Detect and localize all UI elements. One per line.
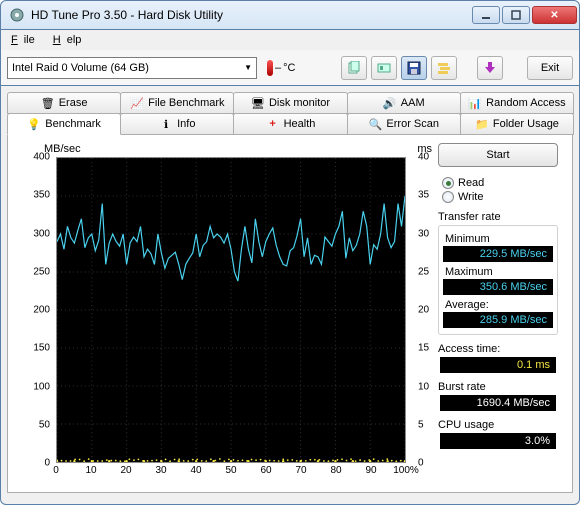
client-area: 🗑Erase 📈File Benchmark 🖥Disk monitor 🔊AA… bbox=[0, 86, 580, 505]
copy-screenshot-button[interactable] bbox=[371, 56, 397, 80]
burst-rate-value: 1690.4 MB/sec bbox=[440, 395, 556, 411]
tab-health[interactable]: +Health bbox=[233, 113, 347, 135]
toolbar: Intel Raid 0 Volume (64 GB) ▼ – °C Exit bbox=[0, 50, 580, 86]
cpu-usage-label: CPU usage bbox=[438, 419, 558, 431]
menu-help[interactable]: Help bbox=[47, 32, 94, 48]
side-panel: Start Read Write Transfer rate Minimum 2… bbox=[438, 143, 558, 484]
window-titlebar: HD Tune Pro 3.50 - Hard Disk Utility ✕ bbox=[0, 0, 580, 30]
monitor-icon: 🖥 bbox=[251, 96, 265, 110]
y-axis-labels: 050100150200250300350400 bbox=[12, 153, 52, 465]
x-axis-labels: 0102030405060708090100% bbox=[56, 465, 408, 479]
temperature-display: – °C bbox=[267, 60, 295, 76]
disk-select[interactable]: Intel Raid 0 Volume (64 GB) ▼ bbox=[7, 57, 257, 79]
file-chart-icon: 📈 bbox=[130, 96, 144, 110]
transfer-rate-label: Transfer rate bbox=[438, 211, 558, 223]
menu-bar: File Help bbox=[0, 30, 580, 50]
minimum-value: 229.5 MB/sec bbox=[443, 246, 553, 262]
start-button[interactable]: Start bbox=[438, 143, 558, 167]
radio-icon bbox=[442, 177, 454, 189]
folder-icon: 📁 bbox=[475, 117, 489, 131]
average-value: 285.9 MB/sec bbox=[443, 312, 553, 328]
read-radio[interactable]: Read bbox=[442, 177, 558, 189]
tab-row-1: 🗑Erase 📈File Benchmark 🖥Disk monitor 🔊AA… bbox=[7, 92, 573, 114]
maximum-value: 350.6 MB/sec bbox=[443, 279, 553, 295]
cpu-usage-value: 3.0% bbox=[440, 433, 556, 449]
maximum-label: Maximum bbox=[445, 266, 555, 278]
average-label: Average: bbox=[445, 299, 555, 311]
benchmark-panel: MB/sec ms 050100150200250300350400 05101… bbox=[7, 135, 573, 493]
window-title: HD Tune Pro 3.50 - Hard Disk Utility bbox=[31, 8, 472, 22]
copy-info-button[interactable] bbox=[341, 56, 367, 80]
exit-button[interactable]: Exit bbox=[527, 56, 573, 80]
save-button[interactable] bbox=[401, 56, 427, 80]
tab-error-scan[interactable]: 🔍Error Scan bbox=[347, 113, 461, 135]
write-radio[interactable]: Write bbox=[442, 191, 558, 203]
benchmark-chart bbox=[56, 157, 406, 463]
radio-icon bbox=[442, 191, 454, 203]
tab-random-access[interactable]: 📊Random Access bbox=[460, 92, 574, 114]
access-time-label: Access time: bbox=[438, 343, 558, 355]
info-icon: ℹ bbox=[159, 117, 173, 131]
chart-area: MB/sec ms 050100150200250300350400 05101… bbox=[12, 143, 432, 484]
thermometer-icon bbox=[267, 60, 273, 76]
tab-aam[interactable]: 🔊AAM bbox=[347, 92, 461, 114]
minimize-button[interactable] bbox=[472, 6, 500, 24]
options-button[interactable] bbox=[431, 56, 457, 80]
speaker-icon: 🔊 bbox=[383, 96, 397, 110]
tab-folder-usage[interactable]: 📁Folder Usage bbox=[460, 113, 574, 135]
disk-select-value: Intel Raid 0 Volume (64 GB) bbox=[12, 62, 149, 74]
minimum-label: Minimum bbox=[445, 233, 555, 245]
search-icon: 🔍 bbox=[368, 117, 382, 131]
trash-icon: 🗑 bbox=[41, 96, 55, 110]
transfer-rate-group: Minimum 229.5 MB/sec Maximum 350.6 MB/se… bbox=[438, 225, 558, 335]
y2-axis-labels: 0510152025303540 bbox=[414, 153, 434, 465]
maximize-button[interactable] bbox=[502, 6, 530, 24]
health-icon: + bbox=[266, 117, 280, 131]
burst-rate-label: Burst rate bbox=[438, 381, 558, 393]
tab-file-benchmark[interactable]: 📈File Benchmark bbox=[120, 92, 234, 114]
tab-info[interactable]: ℹInfo bbox=[120, 113, 234, 135]
tab-erase[interactable]: 🗑Erase bbox=[7, 92, 121, 114]
load-button[interactable] bbox=[477, 56, 503, 80]
access-time-value: 0.1 ms bbox=[440, 357, 556, 373]
app-icon bbox=[9, 7, 25, 23]
random-icon: 📊 bbox=[468, 96, 482, 110]
bulb-icon: 💡 bbox=[27, 117, 41, 131]
chevron-down-icon: ▼ bbox=[244, 63, 252, 72]
tab-row-2: 💡Benchmark ℹInfo +Health 🔍Error Scan 📁Fo… bbox=[7, 113, 573, 135]
tab-disk-monitor[interactable]: 🖥Disk monitor bbox=[233, 92, 347, 114]
menu-file[interactable]: File bbox=[5, 32, 47, 48]
close-button[interactable]: ✕ bbox=[532, 6, 577, 24]
tab-benchmark[interactable]: 💡Benchmark bbox=[7, 113, 121, 135]
